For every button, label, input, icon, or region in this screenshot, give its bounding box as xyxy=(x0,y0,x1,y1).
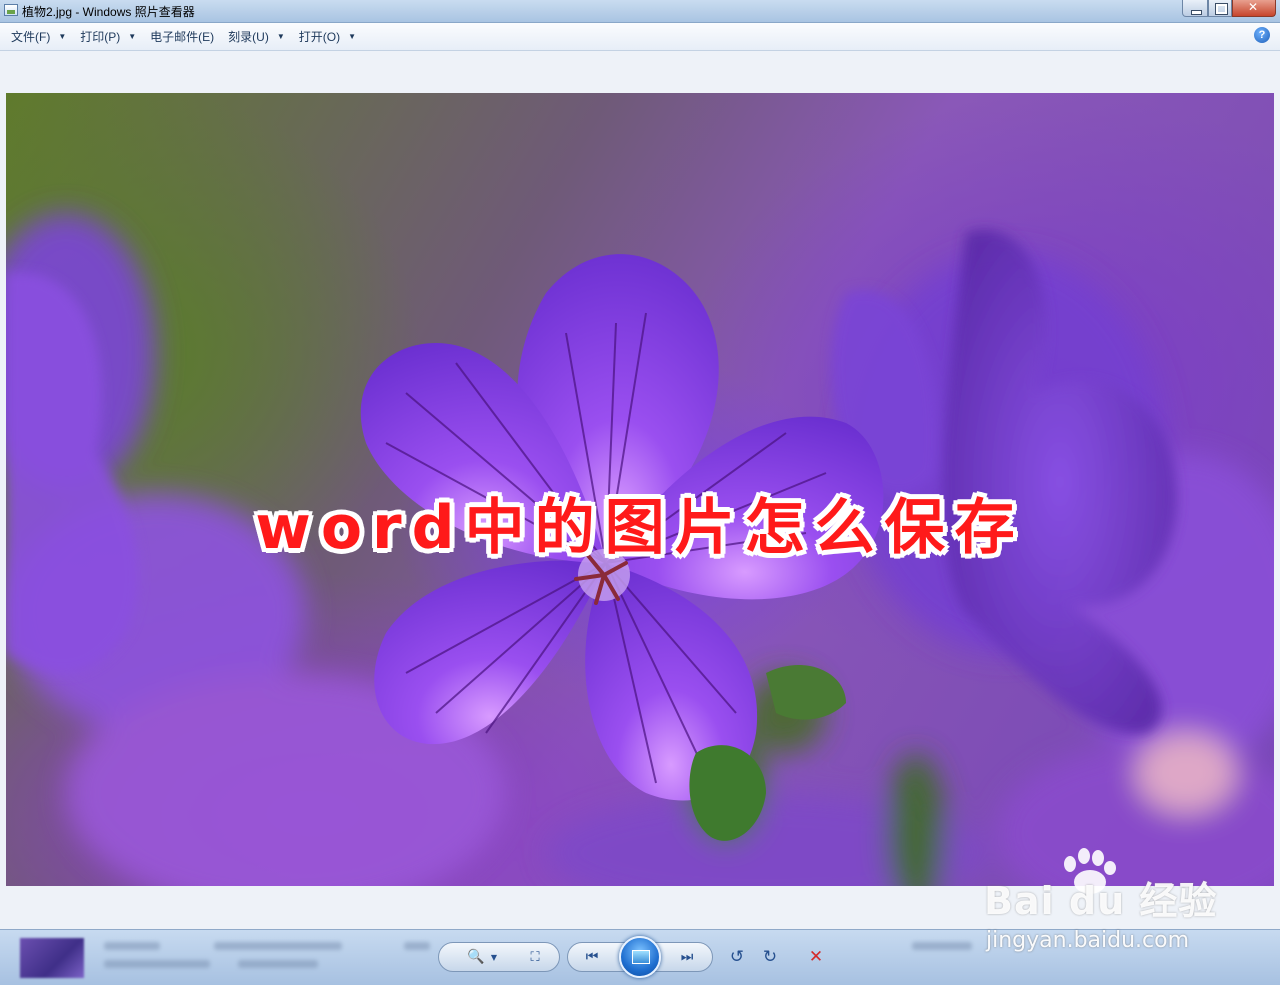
menu-print-label: 打印(P) xyxy=(80,30,121,44)
menu-email-label: 电子邮件(E) xyxy=(150,30,215,44)
chevron-down-icon: ▼ xyxy=(128,32,137,41)
slideshow-icon[interactable] xyxy=(619,936,661,978)
chevron-down-icon: ▼ xyxy=(348,32,357,41)
displayed-photo: word中的图片怎么保存 xyxy=(6,93,1274,886)
watermark-url: jingyan.baidu.com xyxy=(986,928,1190,953)
menu-bar: 文件(F) ▼ 打印(P) ▼ 电子邮件(E) 刻录(U) ▼ 打开(O) ▼ … xyxy=(0,23,1280,51)
chevron-down-icon: ▼ xyxy=(58,32,67,41)
help-icon[interactable]: ? xyxy=(1254,27,1270,43)
menu-print[interactable]: 打印(P) ▼ xyxy=(73,26,143,48)
skip-next-icon[interactable]: ⏭ xyxy=(677,948,697,966)
close-button[interactable] xyxy=(1232,0,1276,17)
rotate-clockwise-icon[interactable]: ↻ xyxy=(760,947,780,967)
actual-size-icon[interactable]: ⛶ xyxy=(525,948,545,966)
blurred-file-info xyxy=(214,942,342,950)
chevron-down-icon: ▼ xyxy=(276,32,285,41)
title-bar[interactable]: 植物2.jpg - Windows 照片查看器 xyxy=(0,0,1280,23)
blurred-file-info xyxy=(404,942,430,950)
minimize-button[interactable] xyxy=(1182,0,1208,17)
menu-open[interactable]: 打开(O) ▼ xyxy=(292,26,363,48)
overlay-caption: word中的图片怎么保存 xyxy=(255,493,1025,563)
image-viewport: word中的图片怎么保存 xyxy=(0,51,1280,929)
menu-open-label: 打开(O) xyxy=(298,30,341,44)
menu-file[interactable]: 文件(F) ▼ xyxy=(4,26,73,48)
magnifier-plus-icon[interactable]: 🔍 xyxy=(466,948,486,966)
window-title: 植物2.jpg - Windows 照片查看器 xyxy=(22,5,195,19)
menu-list: 文件(F) ▼ 打印(P) ▼ 电子邮件(E) 刻录(U) ▼ 打开(O) ▼ xyxy=(4,23,363,50)
rotate-counterclockwise-icon[interactable]: ↺ xyxy=(727,947,747,967)
blurred-file-info xyxy=(104,942,160,950)
photo-viewer-app-icon xyxy=(4,4,18,16)
window-controls xyxy=(1182,0,1276,18)
chevron-down-icon[interactable]: ▼ xyxy=(484,948,504,966)
watermark-logo: Bai du 经验 xyxy=(984,879,1218,923)
playback-controls: 🔍 ▼ ⛶ ⏮ ⏭ ↺ ↻ ✕ xyxy=(438,936,843,978)
menu-burn-label: 刻录(U) xyxy=(228,30,269,44)
blurred-file-info xyxy=(912,942,972,950)
blurred-file-info xyxy=(238,960,318,968)
delete-x-icon[interactable]: ✕ xyxy=(806,947,826,967)
menu-burn[interactable]: 刻录(U) ▼ xyxy=(221,26,292,48)
skip-previous-icon[interactable]: ⏮ xyxy=(582,948,602,966)
maximize-button[interactable] xyxy=(1208,0,1232,17)
menu-email[interactable]: 电子邮件(E) xyxy=(143,26,221,48)
menu-file-label: 文件(F) xyxy=(11,30,51,44)
thumbnail-preview xyxy=(20,938,84,978)
blurred-file-info xyxy=(104,960,210,968)
